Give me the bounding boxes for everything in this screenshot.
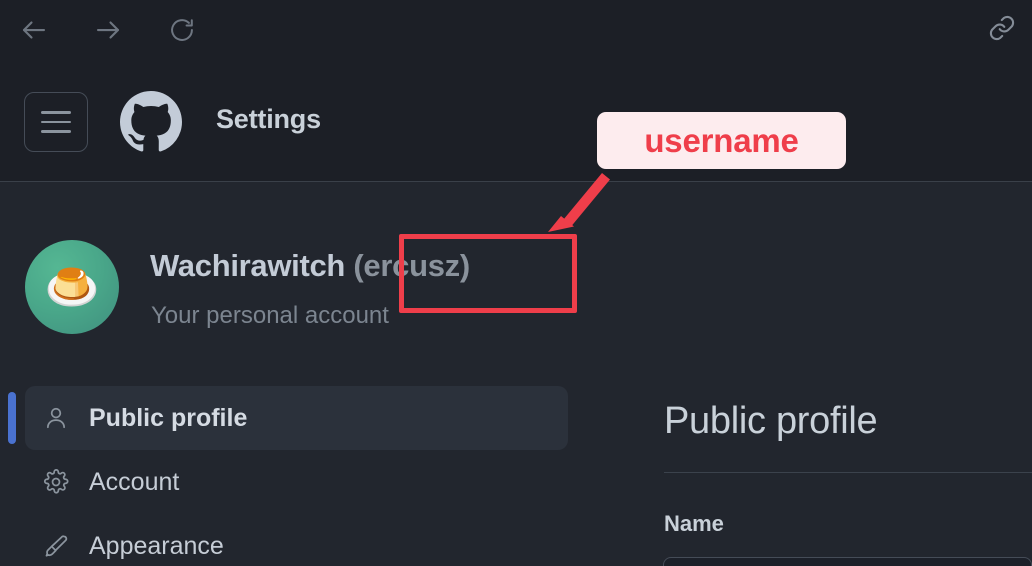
arrow-left-icon <box>19 15 49 45</box>
github-logo-icon[interactable] <box>120 91 182 153</box>
sidebar-item-label: Account <box>89 467 180 496</box>
person-icon <box>41 405 71 431</box>
page-title: Settings <box>216 104 321 134</box>
arrow-right-icon <box>93 15 123 45</box>
avatar[interactable]: 🍮 <box>25 240 119 334</box>
sidebar-item-label: Appearance <box>89 531 224 560</box>
gear-icon <box>41 469 71 495</box>
display-name-text: Wachirawitch <box>150 248 346 283</box>
link-icon <box>988 14 1016 47</box>
browser-toolbar <box>0 0 1032 60</box>
divider <box>664 472 1032 473</box>
hamburger-menu-button[interactable] <box>24 92 88 152</box>
share-link-button[interactable] <box>980 8 1024 52</box>
app-header: Settings <box>0 60 1032 182</box>
profile-display-name: Wachirawitch (ercusz) <box>150 248 470 284</box>
name-input[interactable] <box>663 557 1032 566</box>
avatar-emoji: 🍮 <box>44 263 100 312</box>
profile-subtitle: Your personal account <box>151 302 389 329</box>
paintbrush-icon <box>41 533 71 559</box>
panel-heading: Public profile <box>664 400 878 442</box>
sidebar-item-label: Public profile <box>89 403 248 432</box>
reload-icon <box>168 16 196 44</box>
forward-button[interactable] <box>90 12 126 48</box>
settings-sidebar: Public profile Account Appearance <box>0 386 580 566</box>
back-button[interactable] <box>16 12 52 48</box>
reload-button[interactable] <box>164 12 200 48</box>
hamburger-menu-icon <box>41 111 71 133</box>
name-field-label: Name <box>664 511 724 536</box>
sidebar-item-public-profile[interactable]: Public profile <box>0 386 580 450</box>
username-text: (ercusz) <box>353 248 470 283</box>
sidebar-item-account[interactable]: Account <box>0 450 580 514</box>
sidebar-item-appearance[interactable]: Appearance <box>0 514 580 566</box>
